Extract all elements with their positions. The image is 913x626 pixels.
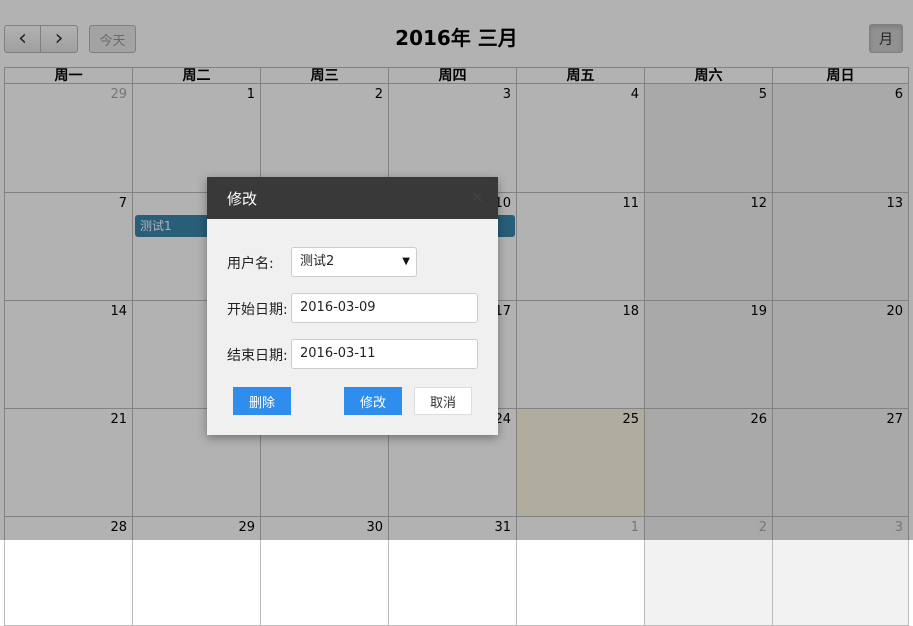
- dialog-title: 修改: [227, 190, 258, 208]
- start-date-input[interactable]: 2016-03-09: [291, 293, 478, 323]
- username-select-value: 测试2: [300, 254, 335, 269]
- modify-button[interactable]: 修改: [344, 387, 402, 415]
- username-label: 用户名:: [227, 256, 274, 272]
- cancel-button[interactable]: 取消: [414, 387, 472, 415]
- start-date-label: 开始日期:: [227, 302, 288, 318]
- delete-button[interactable]: 删除: [233, 387, 291, 415]
- username-select[interactable]: 测试2 ▼: [291, 247, 417, 277]
- close-icon[interactable]: ×: [471, 187, 484, 206]
- edit-event-dialog: 修改 × 用户名: 测试2 ▼ 开始日期: 2016-03-09 结束日期: 2…: [207, 177, 498, 435]
- chevron-down-icon: ▼: [402, 256, 410, 267]
- dialog-header: 修改 ×: [207, 177, 498, 219]
- end-date-input[interactable]: 2016-03-11: [291, 339, 478, 369]
- end-date-label: 结束日期:: [227, 348, 288, 364]
